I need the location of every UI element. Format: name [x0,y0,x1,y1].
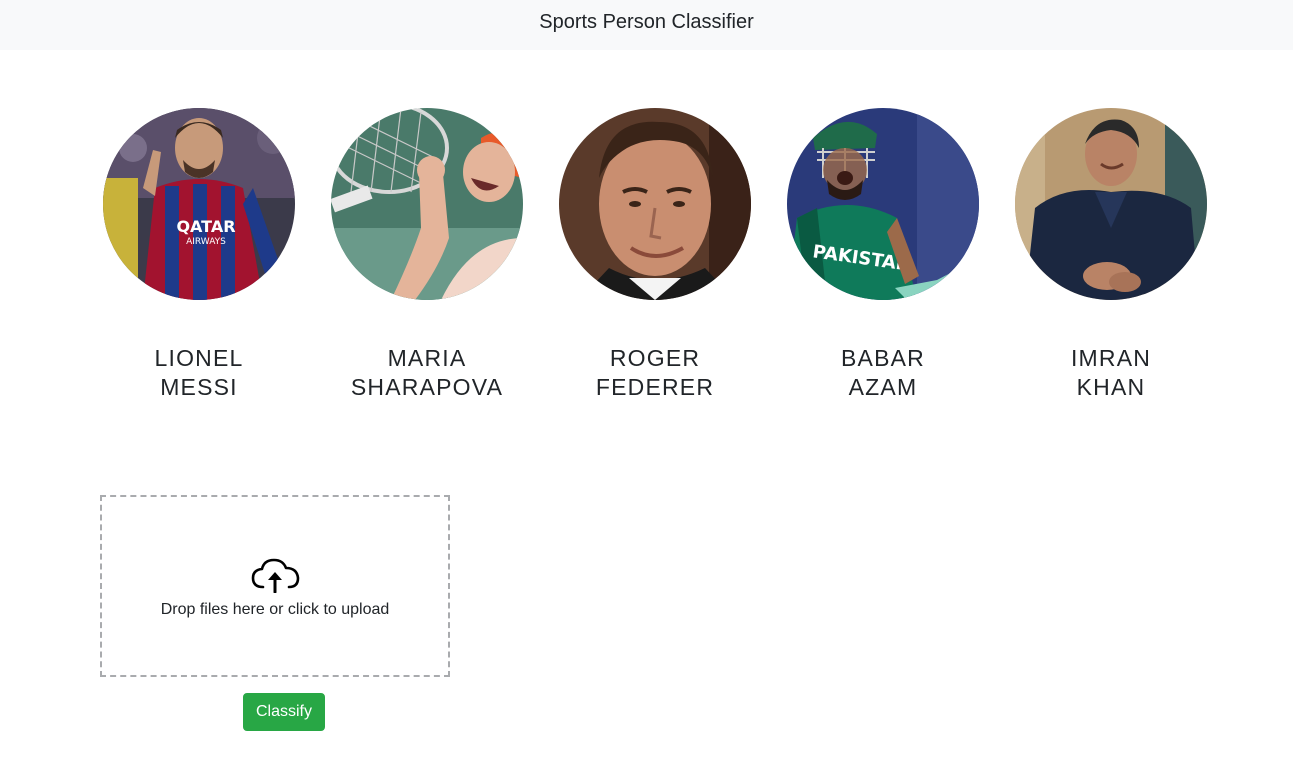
dropzone-message: Drop files here or click to upload [160,601,390,618]
cloud-upload-icon [251,558,300,593]
svg-text:AIRWAYS: AIRWAYS [186,237,226,247]
player-photo-sharapova [331,108,523,300]
player-card-sharapova: MARIA SHARAPOVA [331,108,523,400]
player-photo-babar-azam-image: PAKISTAN [787,108,979,300]
player-first-name: IMRAN [1070,345,1152,371]
player-last-name: KHAN [1076,374,1146,400]
player-card-babar-azam: PAKISTAN BABAR AZAM [787,108,979,400]
app-title: Sports Person Classifier [539,11,754,33]
player-photo-sharapova-image [331,108,523,300]
file-dropzone[interactable]: Drop files here or click to upload [100,495,450,677]
player-card-messi: QATAR AIRWAYS LIONEL MESSI [103,108,295,400]
navbar: Sports Person Classifier [0,0,1293,50]
player-photo-messi-image: QATAR AIRWAYS [103,108,295,300]
player-photo-federer-image [559,108,751,300]
classify-button[interactable]: Classify [243,693,325,731]
player-photo-imran-khan [1015,108,1207,300]
player-card-imran-khan: IMRAN KHAN [1015,108,1207,400]
player-photo-messi: QATAR AIRWAYS [103,108,295,300]
player-name-imran-khan: IMRAN KHAN [975,344,1247,402]
player-photo-federer [559,108,751,300]
player-card-federer: ROGER FEDERER [559,108,751,400]
svg-text:QATAR: QATAR [176,217,235,236]
player-photo-babar-azam: PAKISTAN [787,108,979,300]
player-photo-imran-khan-image [1015,108,1207,300]
